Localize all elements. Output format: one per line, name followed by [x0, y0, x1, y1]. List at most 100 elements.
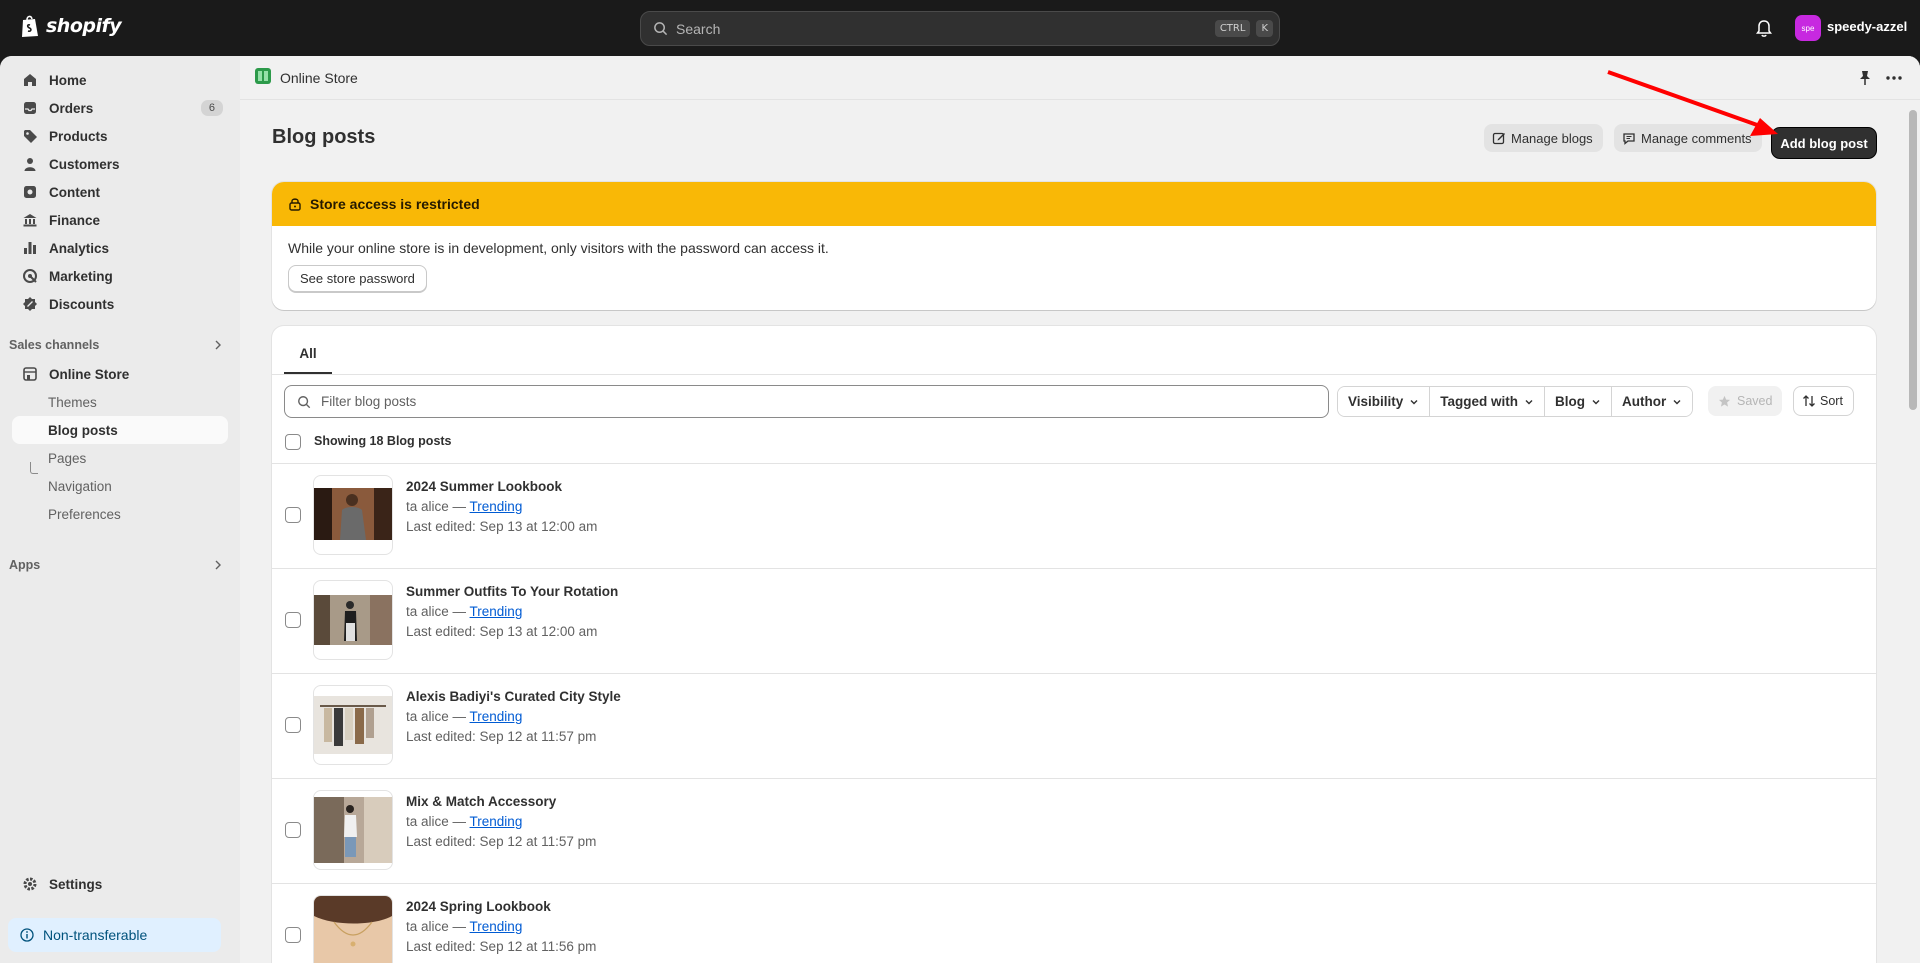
- target-icon: [23, 269, 37, 283]
- row-checkbox[interactable]: [285, 507, 301, 523]
- logo-text: shopify: [46, 15, 122, 37]
- row-checkbox[interactable]: [285, 822, 301, 838]
- more-options-icon[interactable]: [1885, 70, 1903, 86]
- sidebar-item-customers[interactable]: Customers: [12, 150, 228, 178]
- post-thumbnail: [313, 790, 393, 870]
- table-row[interactable]: 2024 Summer Lookbook ta alice — Trending…: [272, 463, 1876, 568]
- visibility-filter[interactable]: Visibility: [1338, 387, 1431, 416]
- see-store-password-button[interactable]: See store password: [288, 265, 427, 292]
- manage-blogs-button[interactable]: Manage blogs: [1484, 124, 1603, 152]
- person-icon: [24, 158, 36, 171]
- table-row[interactable]: Summer Outfits To Your Rotation ta alice…: [272, 568, 1876, 673]
- post-thumbnail: [313, 895, 393, 963]
- sort-label: Sort: [1820, 394, 1843, 408]
- tagged-with-filter[interactable]: Tagged with: [1430, 387, 1546, 416]
- post-meta: ta alice — Trending: [406, 709, 522, 724]
- sidebar-item-marketing[interactable]: Marketing: [12, 262, 228, 290]
- edit-icon: [1492, 132, 1505, 145]
- page-scrollbar[interactable]: [1908, 102, 1918, 462]
- table-row[interactable]: Alexis Badiyi's Curated City Style ta al…: [272, 673, 1876, 778]
- banner-header: Store access is restricted: [272, 182, 1876, 226]
- post-title[interactable]: Mix & Match Accessory: [406, 794, 556, 809]
- bank-icon: [23, 214, 37, 227]
- post-meta: ta alice — Trending: [406, 814, 522, 829]
- discount-icon: [23, 297, 37, 311]
- chevron-down-icon: [1673, 399, 1681, 404]
- info-icon: [20, 928, 34, 942]
- author-filter[interactable]: Author: [1612, 387, 1693, 416]
- post-tag-link[interactable]: Trending: [470, 709, 523, 724]
- store-restricted-banner: Store access is restricted While your on…: [272, 182, 1876, 310]
- post-tag-link[interactable]: Trending: [470, 814, 523, 829]
- apps-section[interactable]: Apps: [9, 558, 224, 572]
- bell-icon[interactable]: [1755, 18, 1773, 38]
- post-title[interactable]: 2024 Spring Lookbook: [406, 899, 551, 914]
- main-panel: Home Orders 6 Products Customers Content…: [0, 56, 1920, 963]
- scrollbar-thumb[interactable]: [1909, 110, 1917, 410]
- row-checkbox[interactable]: [285, 927, 301, 943]
- sidebar-item-label: Finance: [49, 212, 101, 228]
- sidebar-item-label: Products: [49, 128, 108, 144]
- post-meta: ta alice — Trending: [406, 604, 522, 619]
- sidebar-subitem-preferences[interactable]: Preferences: [12, 500, 228, 528]
- thumbnail-image: [314, 696, 392, 754]
- tab-all[interactable]: All: [284, 334, 332, 374]
- post-meta: ta alice — Trending: [406, 919, 522, 934]
- sidebar-subitem-navigation[interactable]: Navigation: [12, 472, 228, 500]
- table-row[interactable]: 2024 Spring Lookbook ta alice — Trending…: [272, 883, 1876, 963]
- sidebar-subitem-themes[interactable]: Themes: [12, 388, 228, 416]
- post-edited: Last edited: Sep 12 at 11:57 pm: [406, 834, 597, 849]
- post-title[interactable]: Alexis Badiyi's Curated City Style: [406, 689, 621, 704]
- shopify-logo[interactable]: shopify: [20, 14, 122, 38]
- select-all-checkbox[interactable]: [285, 434, 301, 450]
- manage-comments-button[interactable]: Manage comments: [1614, 124, 1762, 152]
- manage-comments-label: Manage comments: [1641, 130, 1752, 146]
- row-checkbox[interactable]: [285, 612, 301, 628]
- sidebar-item-settings[interactable]: Settings: [12, 870, 228, 898]
- post-tag-link[interactable]: Trending: [470, 604, 523, 619]
- sort-button[interactable]: Sort: [1793, 386, 1854, 416]
- sidebar-item-analytics[interactable]: Analytics: [12, 234, 228, 262]
- saved-button[interactable]: Saved: [1708, 386, 1783, 416]
- sidebar-item-finance[interactable]: Finance: [12, 206, 228, 234]
- chevron-right-icon: [215, 560, 221, 570]
- sidebar-item-label: Settings: [49, 876, 103, 892]
- post-tag-link[interactable]: Trending: [470, 499, 523, 514]
- search-icon: [654, 22, 668, 36]
- filter-blog-posts-input[interactable]: Filter blog posts: [284, 385, 1329, 418]
- table-row[interactable]: Mix & Match Accessory ta alice — Trendin…: [272, 778, 1876, 883]
- sidebar-item-orders[interactable]: Orders 6: [12, 94, 228, 122]
- sidebar-item-home[interactable]: Home: [12, 66, 228, 94]
- manage-blogs-label: Manage blogs: [1511, 130, 1593, 146]
- search-icon: [298, 395, 311, 408]
- store-avatar[interactable]: spe: [1795, 15, 1821, 41]
- post-thumbnail: [313, 685, 393, 765]
- post-tag-link[interactable]: Trending: [470, 919, 523, 934]
- sidebar-item-content[interactable]: Content: [12, 178, 228, 206]
- blog-filter[interactable]: Blog: [1545, 387, 1613, 416]
- sidebar-subitem-pages[interactable]: Pages: [12, 444, 228, 472]
- sidebar-subitem-blog-posts[interactable]: Blog posts: [12, 416, 228, 444]
- post-thumbnail: [313, 580, 393, 660]
- row-checkbox[interactable]: [285, 717, 301, 733]
- thumbnail-image: [314, 896, 392, 963]
- sidebar-item-online-store[interactable]: Online Store: [12, 360, 228, 388]
- breadcrumb-label[interactable]: Online Store: [280, 70, 358, 86]
- showing-count: Showing 18 Blog posts: [314, 434, 452, 448]
- post-title[interactable]: 2024 Summer Lookbook: [406, 479, 562, 494]
- sidebar-item-products[interactable]: Products: [12, 122, 228, 150]
- post-edited: Last edited: Sep 12 at 11:56 pm: [406, 939, 597, 954]
- blog-posts-card: All Filter blog posts Visibility Tagged …: [272, 326, 1876, 963]
- search-bar[interactable]: Search CTRL K: [640, 11, 1280, 46]
- pin-icon[interactable]: [1858, 70, 1872, 86]
- store-name[interactable]: speedy-azzel: [1827, 19, 1907, 34]
- sidebar-item-label: Discounts: [49, 296, 115, 312]
- filter-label: Author: [1622, 394, 1667, 409]
- sidebar-item-discounts[interactable]: Discounts: [12, 290, 228, 318]
- non-transferable-banner[interactable]: Non-transferable: [8, 918, 221, 952]
- add-blog-post-button[interactable]: Add blog post: [1772, 128, 1876, 158]
- sales-channels-section[interactable]: Sales channels: [9, 338, 224, 352]
- shortcut-ctrl: CTRL: [1214, 20, 1251, 37]
- post-title[interactable]: Summer Outfits To Your Rotation: [406, 584, 618, 599]
- online-store-app-icon: [255, 68, 271, 84]
